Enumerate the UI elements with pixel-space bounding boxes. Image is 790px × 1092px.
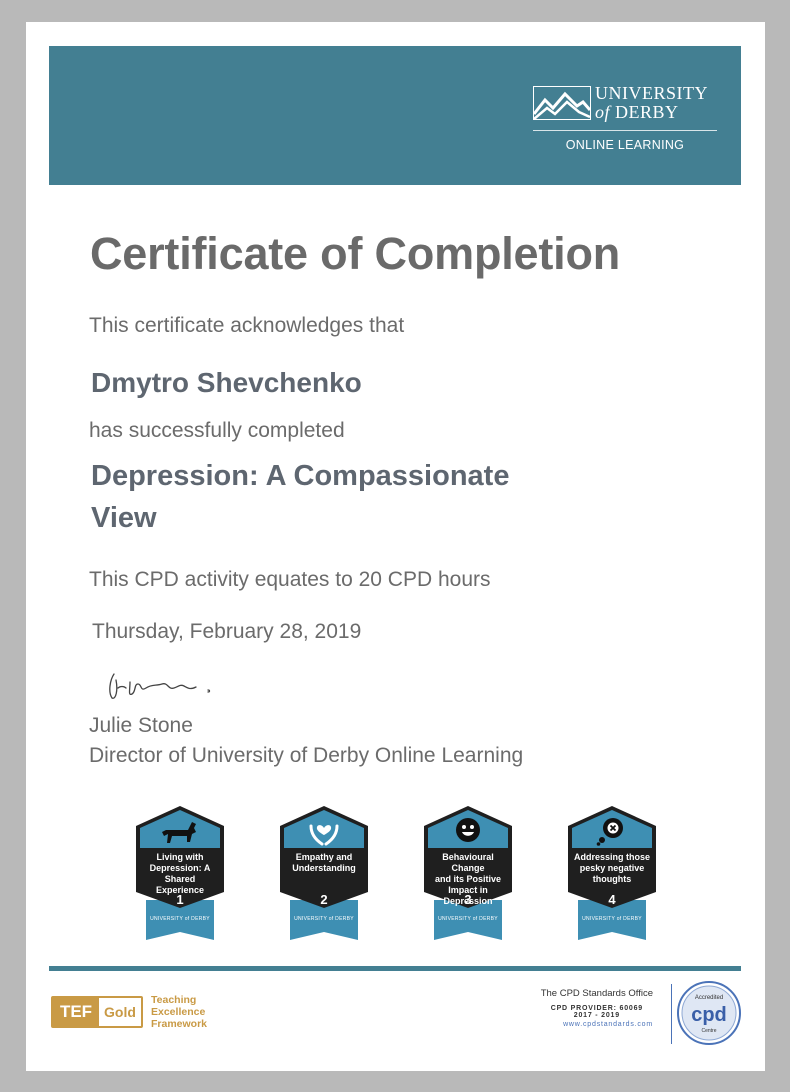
badge-university-mark: UNIVERSITY of DERBY [150, 916, 210, 922]
badge-number: 3 [464, 892, 472, 907]
mountains-icon [533, 86, 591, 120]
completion-date: Thursday, February 28, 2019 [92, 620, 362, 643]
badge-4: Addressing those pesky negative thoughts… [564, 804, 660, 944]
logo-text: UNIVERSITY of DERBY [595, 84, 708, 122]
cpd-logo-main: cpd [691, 1004, 727, 1026]
badge-1: Living with Depression: A Shared Experie… [132, 804, 228, 944]
logo-divider [533, 130, 717, 131]
tef-label: TEF [53, 998, 99, 1026]
tef-line: Excellence [151, 1006, 206, 1018]
badge-2: Empathy and Understanding 2 UNIVERSITY o… [276, 804, 372, 944]
cpd-accredited-logo: Accredited cpd Centre [677, 981, 741, 1045]
header-banner: UNIVERSITY of DERBY ONLINE LEARNING [49, 46, 741, 185]
university-logo: UNIVERSITY of DERBY ONLINE LEARNING [533, 84, 717, 160]
cpd-provider: CPD PROVIDER: 60069 [550, 1005, 643, 1012]
tef-line: Framework [151, 1018, 208, 1030]
badge-title-line: Understanding [292, 863, 356, 873]
badge-number: 2 [320, 892, 328, 907]
tef-gold-logo: TEF Gold Teaching Excellence Framework [51, 994, 241, 1034]
badge-title-line: and its Positive [434, 874, 502, 884]
badge-title-line: pesky negative [579, 863, 645, 873]
tef-gold-label: Gold [104, 1004, 136, 1020]
thought-cross-icon [596, 818, 623, 846]
cpd-office: The CPD Standards Office [540, 988, 653, 999]
badge-title-line: thoughts [592, 874, 632, 884]
logo-online-learning: ONLINE LEARNING [565, 138, 685, 152]
cpd-years: 2017 - 2019 [573, 1012, 620, 1019]
course-title-line1: Depression: A Compassionate [91, 460, 510, 492]
cpd-logo-bottom: Centre [701, 1028, 716, 1034]
acknowledges-text: This certificate acknowledges that [89, 314, 405, 337]
badge-title-line: Empathy and [295, 852, 353, 862]
course-title: Depression: A Compassionate View [91, 455, 651, 539]
signatory-name: Julie Stone [89, 714, 193, 737]
cpd-standards-text: The CPD Standards Office CPD PROVIDER: 6… [541, 988, 653, 1028]
tef-framework-text: Teaching Excellence Framework [151, 994, 207, 1030]
logo-derby: DERBY [615, 102, 679, 122]
signatory-title: Director of University of Derby Online L… [89, 744, 524, 767]
tef-box: TEF Gold [51, 996, 143, 1028]
cpd-logo-top: Accredited [695, 995, 723, 1001]
logo-university: UNIVERSITY [595, 83, 708, 103]
badge-title-line: Depression: A [149, 863, 211, 873]
badge-title-line: Addressing those [573, 852, 650, 862]
certificate-title: Certificate of Completion [90, 228, 621, 279]
badge-number: 1 [176, 892, 184, 907]
cpd-separator [671, 984, 672, 1044]
certificate-page: UNIVERSITY of DERBY ONLINE LEARNING Cert… [26, 22, 765, 1071]
dog-icon [162, 822, 196, 843]
badge-university-mark: UNIVERSITY of DERBY [294, 916, 354, 922]
smiley-icon [456, 818, 480, 842]
badge-number: 4 [608, 892, 616, 907]
badge-university-mark: UNIVERSITY of DERBY [582, 916, 642, 922]
badge-3: Behavioural Change and its Positive Impa… [420, 804, 516, 944]
heart-hands-icon [309, 824, 339, 846]
cpd-url: www.cpdstandards.com [563, 1021, 653, 1028]
logo-of: of [595, 102, 611, 122]
tef-line: Teaching [151, 994, 197, 1006]
badge-title: Empathy and Understanding [284, 852, 364, 874]
badge-title-line: Living with [156, 852, 204, 862]
course-title-line2: View [91, 502, 157, 534]
badge-title: Addressing those pesky negative thoughts [572, 852, 652, 885]
signature [109, 673, 211, 699]
badge-university-mark: UNIVERSITY of DERBY [438, 916, 498, 922]
recipient-name: Dmytro Shevchenko [91, 367, 362, 398]
badge-title-line: Behavioural Change [442, 852, 494, 873]
cpd-hours-text: This CPD activity equates to 20 CPD hour… [89, 568, 491, 591]
badge-title: Living with Depression: A Shared Experie… [140, 852, 220, 896]
footer-divider [49, 966, 741, 971]
completed-text: has successfully completed [89, 419, 345, 442]
